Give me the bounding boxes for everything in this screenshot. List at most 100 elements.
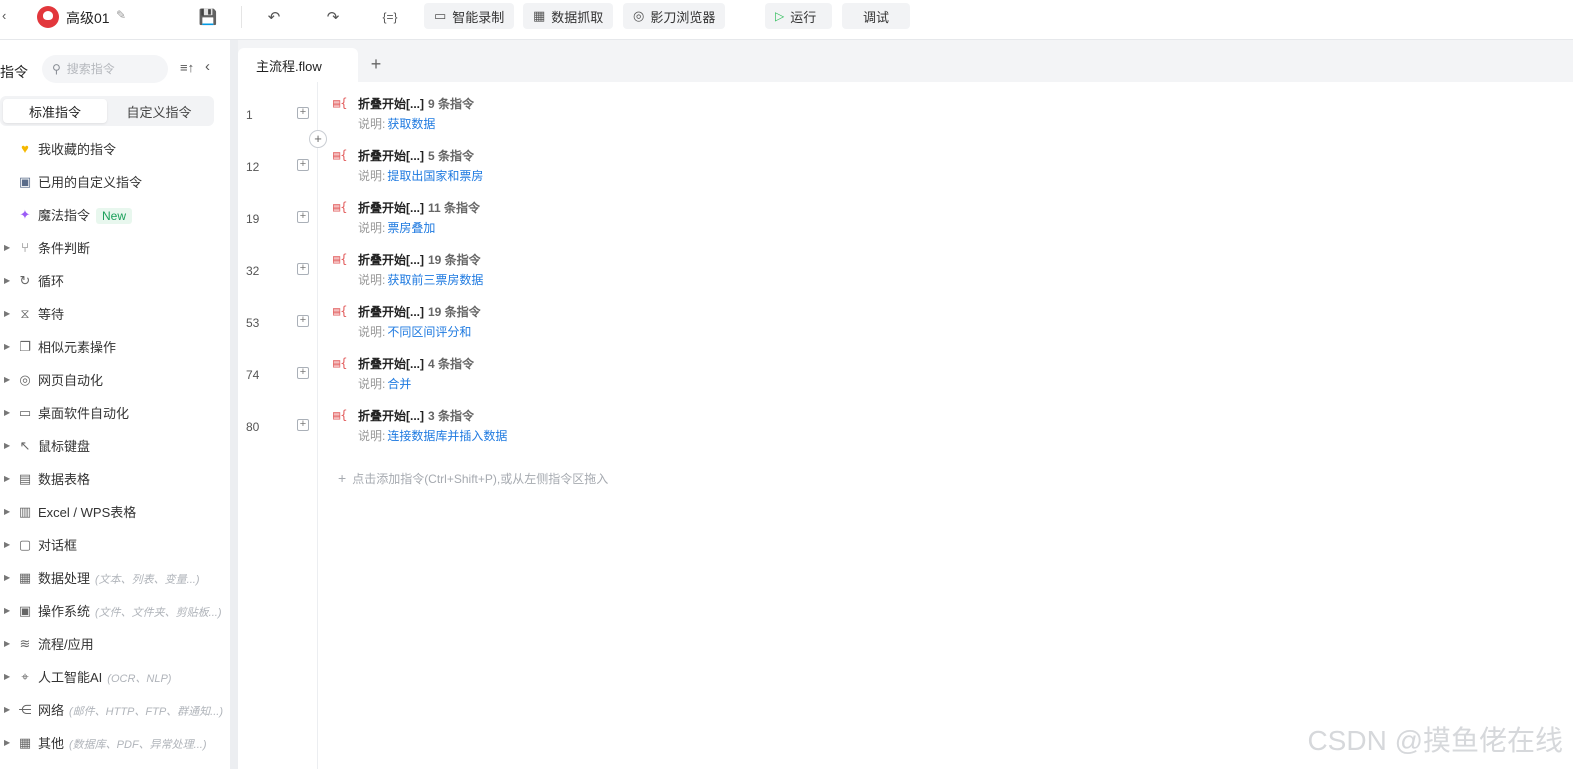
expand-arrow-icon[interactable]: ▶ [4,276,10,285]
fold-block[interactable]: 74 + ▤{折叠开始[...] 4 条指令 说明: 合并 [238,342,1573,394]
command-category-text: 相似元素操作 [38,340,117,355]
command-category-item[interactable]: ▶ ↖ 鼠标键盘 [0,429,230,462]
command-category-item[interactable]: ▣ 已用的自定义指令 [0,165,230,198]
expand-arrow-icon[interactable]: ▶ [4,309,10,318]
line-number: 32 [246,264,260,278]
command-category-item[interactable]: ▶ ▦ 其他 (数据库、PDF、异常处理...) [0,726,230,759]
data-scrape-button[interactable]: ▦ 数据抓取 [523,3,614,29]
expand-block-icon[interactable]: + [297,263,309,275]
expand-arrow-icon[interactable]: ▶ [4,408,10,417]
command-category-text: 人工智能AI [38,670,103,685]
command-category-item[interactable]: ▶ ↻ 循环 [0,264,230,297]
expand-arrow-icon[interactable]: ▶ [4,441,10,450]
command-category-item[interactable]: ▶ ▥ Excel / WPS表格 [0,495,230,528]
fold-block[interactable]: 80 + ▤{折叠开始[...] 3 条指令 说明: 连接数据库并插入数据 [238,394,1573,446]
redo-icon[interactable]: ↷ [321,6,345,28]
fold-block[interactable]: 53 + ▤{折叠开始[...] 19 条指令 说明: 不同区间评分和 [238,290,1573,342]
edit-name-icon[interactable]: ✎ [116,8,126,22]
command-category-text: 网络 [38,703,65,718]
search-box[interactable]: ⚲ [42,55,168,83]
command-category-item[interactable]: ▶ ❐ 相似元素操作 [0,330,230,363]
expand-arrow-icon[interactable]: ▶ [4,672,10,681]
panel-title: 指令 [0,64,28,80]
add-tab-icon[interactable]: + [366,54,386,75]
expand-arrow-icon[interactable]: ▶ [4,507,10,516]
share-icon: ⋲ [18,701,32,717]
collapse-panel-icon[interactable]: ‹ [205,58,210,75]
command-category-hint: (邮件、HTTP、FTP、群通知...) [69,706,224,718]
command-category-item[interactable]: ▶ ⋲ 网络 (邮件、HTTP、FTP、群通知...) [0,693,230,726]
fold-block[interactable]: 32 + ▤{折叠开始[...] 19 条指令 说明: 获取前三票房数据 [238,238,1573,290]
command-category-item[interactable]: ▶ ▭ 桌面软件自动化 [0,396,230,429]
command-category-hint: (文件、文件夹、剪贴板...) [95,607,222,619]
fold-desc-value: 提取出国家和票房 [387,169,484,183]
fold-title-text: 折叠开始[...] [358,409,424,423]
command-category-item[interactable]: ▶ ▦ 数据处理 (文本、列表、变量...) [0,561,230,594]
command-category-item[interactable]: ▶ ⑂ 条件判断 [0,231,230,264]
sparkle-icon: ✦ [19,206,31,222]
command-category-item[interactable]: ▶ ▤ 数据表格 [0,462,230,495]
expand-arrow-icon[interactable]: ▶ [4,540,10,549]
expand-block-icon[interactable]: + [297,159,309,171]
run-button[interactable]: ▷ 运行 [765,3,832,29]
fold-block[interactable]: 19 + ▤{折叠开始[...] 11 条指令 说明: 票房叠加 [238,186,1573,238]
command-category-item[interactable]: ▶ ▢ 对话框 [0,528,230,561]
expand-arrow-icon[interactable]: ▶ [4,606,10,615]
expand-block-icon[interactable]: + [297,367,309,379]
run-label: 运行 [790,9,817,25]
expand-arrow-icon[interactable]: ▶ [4,705,10,714]
command-category-text: 我收藏的指令 [38,142,117,157]
expand-block-icon[interactable]: + [297,315,309,327]
sort-icon[interactable]: ≡↑ [180,60,194,75]
smart-record-button[interactable]: ▭ 智能录制 [424,3,515,29]
tab-custom-commands[interactable]: 自定义指令 [107,99,211,123]
command-category-item[interactable]: ♥ 我收藏的指令 [0,132,230,165]
debug-button[interactable]: 调试 [842,3,910,29]
fold-block[interactable]: 1 + ▤{折叠开始[...] 9 条指令 说明: 获取数据 [238,82,1573,134]
command-category-text: 流程/应用 [38,637,94,652]
excel-icon: ▥ [18,503,32,519]
command-category-label: 网络 (邮件、HTTP、FTP、群通知...) [38,700,223,719]
expand-block-icon[interactable]: + [297,419,309,431]
fold-title-text: 折叠开始[...] [358,253,424,267]
calendar-icon: ▣ [18,173,32,189]
expand-arrow-icon[interactable]: ▶ [4,573,10,582]
variables-icon[interactable]: {=} [378,6,402,28]
expand-arrow-icon[interactable]: ▶ [4,639,10,648]
fold-block[interactable]: 12 + ▤{折叠开始[...] 5 条指令 说明: 提取出国家和票房 [238,134,1573,186]
data-icon: ▦ [18,569,32,585]
command-category-item[interactable]: ✦ 魔法指令 New [0,198,230,231]
expand-arrow-icon[interactable]: ▶ [4,738,10,747]
command-category-item[interactable]: ▶ ⌖ 人工智能AI (OCR、NLP) [0,660,230,693]
command-category-item[interactable]: ▶ ▣ 操作系统 (文件、文件夹、剪贴板...) [0,594,230,627]
save-icon[interactable]: 💾 [196,6,220,28]
command-category-item[interactable]: ▶ ◎ 网页自动化 [0,363,230,396]
command-category-item[interactable]: ▶ ⧖ 等待 [0,297,230,330]
insert-step-icon[interactable]: + [309,130,327,148]
panel-splitter[interactable] [230,40,238,769]
back-icon[interactable]: ‹ [2,8,6,23]
browser-button[interactable]: ◎ 影刀浏览器 [623,3,726,29]
fold-title-text: 折叠开始[...] [358,305,424,319]
expand-block-icon[interactable]: + [297,211,309,223]
expand-arrow-icon[interactable]: ▶ [4,342,10,351]
expand-block-icon[interactable]: + [297,107,309,119]
camera-icon: ▭ [434,8,447,23]
command-category-text: 其他 [38,736,65,751]
command-category-item[interactable]: ▶ ≋ 流程/应用 [0,627,230,660]
smart-record-label: 智能录制 [452,9,505,25]
expand-arrow-icon[interactable]: ▶ [4,474,10,483]
expand-arrow-icon[interactable]: ▶ [4,375,10,384]
search-input[interactable] [66,62,157,76]
add-command-hint[interactable]: + 点击添加指令(Ctrl+Shift+P),或从左侧指令区拖入 [338,470,608,487]
undo-icon[interactable]: ↶ [262,6,286,28]
command-category-label: 条件判断 [38,238,90,257]
fold-count: 4 条指令 [428,357,475,371]
tab-main-flow[interactable]: 主流程.flow [238,48,358,82]
command-category-label: 魔法指令 New [38,205,133,224]
fold-title: 折叠开始[...] 5 条指令 [358,147,474,164]
command-category-label: 相似元素操作 [38,337,116,356]
project-name: 高级01 [66,10,110,26]
expand-arrow-icon[interactable]: ▶ [4,243,10,252]
tab-standard-commands[interactable]: 标准指令 [3,99,107,123]
